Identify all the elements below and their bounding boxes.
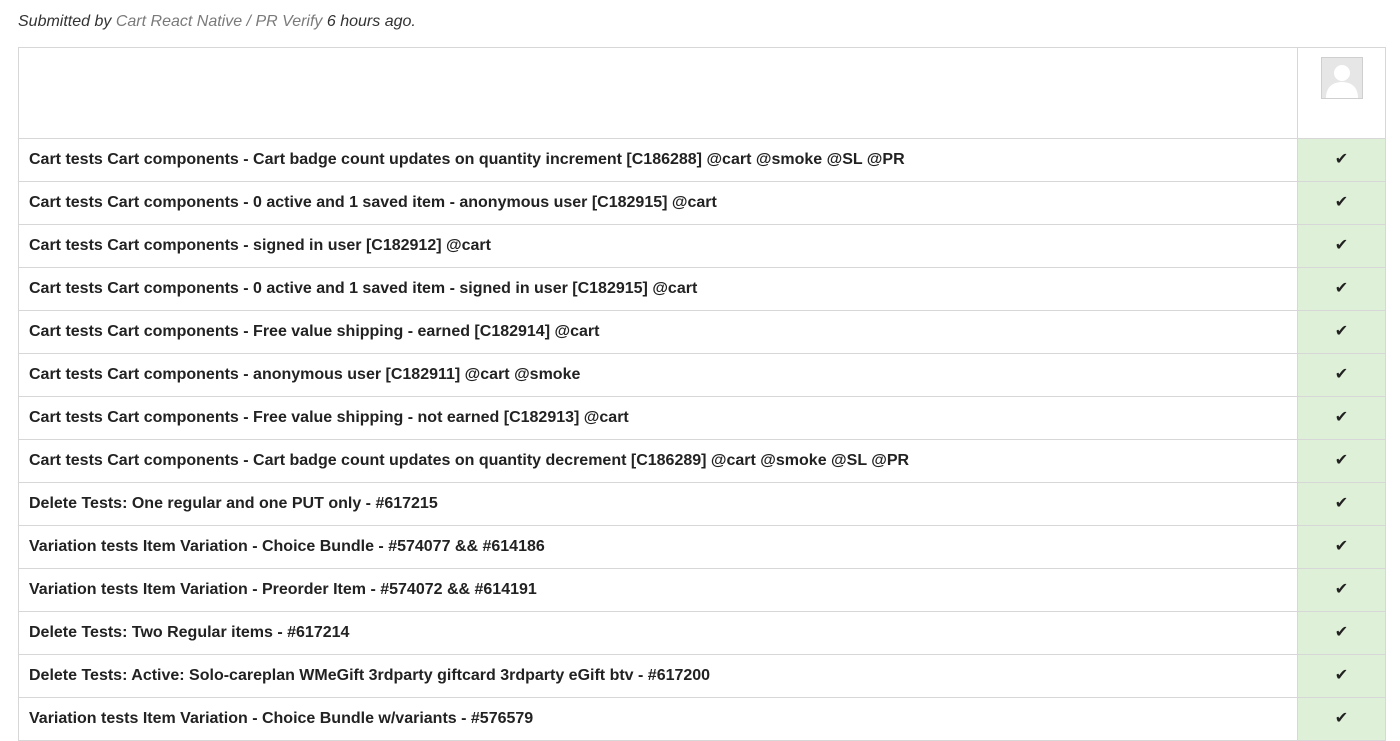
checkmark-icon: ✔ [1334, 321, 1349, 340]
checkmark-icon: ✔ [1334, 665, 1349, 684]
test-name: Cart tests Cart components - Free value … [18, 396, 1298, 440]
submitter-link[interactable]: Cart React Native / PR Verify [116, 13, 323, 30]
table-row[interactable]: Cart tests Cart components - Free value … [18, 310, 1386, 354]
table-row[interactable]: Delete Tests: Two Regular items - #61721… [18, 611, 1386, 655]
user-avatar-icon[interactable] [1320, 57, 1363, 99]
submitted-by-label: Submitted by [18, 13, 112, 30]
test-status-cell: ✔ [1297, 267, 1386, 311]
table-row[interactable]: Cart tests Cart components - Cart badge … [18, 439, 1386, 483]
checkmark-icon: ✔ [1334, 149, 1349, 168]
table-row[interactable]: Delete Tests: Active: Solo-careplan WMeG… [18, 654, 1386, 698]
table-row[interactable]: Variation tests Item Variation - Choice … [18, 525, 1386, 569]
submission-time: 6 hours ago [326, 13, 412, 30]
test-status-cell: ✔ [1297, 439, 1386, 483]
checkmark-icon: ✔ [1334, 278, 1349, 297]
checkmark-icon: ✔ [1334, 493, 1349, 512]
table-header-row [18, 47, 1386, 139]
test-status-cell: ✔ [1297, 353, 1386, 397]
checkmark-icon: ✔ [1334, 536, 1349, 555]
test-name: Cart tests Cart components - signed in u… [18, 224, 1298, 268]
checkmark-icon: ✔ [1334, 235, 1349, 254]
table-row[interactable]: Cart tests Cart components - Free value … [18, 396, 1386, 440]
test-status-cell: ✔ [1297, 396, 1386, 440]
test-name: Variation tests Item Variation - Preorde… [18, 568, 1298, 612]
test-status-cell: ✔ [1297, 138, 1386, 182]
table-row[interactable]: Delete Tests: One regular and one PUT on… [18, 482, 1386, 526]
submission-line: Submitted by Cart React Native / PR Veri… [18, 13, 416, 31]
test-name: Cart tests Cart components - 0 active an… [18, 267, 1298, 311]
checkmark-icon: ✔ [1334, 708, 1349, 727]
test-status-cell: ✔ [1297, 654, 1386, 698]
test-status-cell: ✔ [1297, 224, 1386, 268]
test-results-table: Cart tests Cart components - Cart badge … [18, 47, 1386, 741]
test-status-cell: ✔ [1297, 310, 1386, 354]
checkmark-icon: ✔ [1334, 364, 1349, 383]
checkmark-icon: ✔ [1334, 579, 1349, 598]
checkmark-icon: ✔ [1334, 407, 1349, 426]
test-rows: Cart tests Cart components - Cart badge … [18, 138, 1386, 741]
table-row[interactable]: Cart tests Cart components - signed in u… [18, 224, 1386, 268]
test-name: Delete Tests: Two Regular items - #61721… [18, 611, 1298, 655]
table-row[interactable]: Cart tests Cart components - anonymous u… [18, 353, 1386, 397]
table-row[interactable]: Variation tests Item Variation - Choice … [18, 697, 1386, 741]
test-name: Delete Tests: One regular and one PUT on… [18, 482, 1298, 526]
table-row[interactable]: Cart tests Cart components - 0 active an… [18, 181, 1386, 225]
test-status-cell: ✔ [1297, 697, 1386, 741]
test-name: Variation tests Item Variation - Choice … [18, 525, 1298, 569]
test-name: Cart tests Cart components - anonymous u… [18, 353, 1298, 397]
test-name: Cart tests Cart components - Cart badge … [18, 439, 1298, 483]
table-row[interactable]: Cart tests Cart components - Cart badge … [18, 138, 1386, 182]
header-name-cell [18, 47, 1298, 139]
test-name: Cart tests Cart components - Free value … [18, 310, 1298, 354]
checkmark-icon: ✔ [1334, 192, 1349, 211]
header-avatar-cell [1297, 47, 1386, 139]
test-status-cell: ✔ [1297, 611, 1386, 655]
table-row[interactable]: Cart tests Cart components - 0 active an… [18, 267, 1386, 311]
submission-suffix: . [411, 13, 416, 30]
test-name: Cart tests Cart components - Cart badge … [18, 138, 1298, 182]
table-row[interactable]: Variation tests Item Variation - Preorde… [18, 568, 1386, 612]
checkmark-icon: ✔ [1334, 622, 1349, 641]
checkmark-icon: ✔ [1334, 450, 1349, 469]
test-status-cell: ✔ [1297, 568, 1386, 612]
test-status-cell: ✔ [1297, 181, 1386, 225]
test-name: Delete Tests: Active: Solo-careplan WMeG… [18, 654, 1298, 698]
test-name: Cart tests Cart components - 0 active an… [18, 181, 1298, 225]
test-name: Variation tests Item Variation - Choice … [18, 697, 1298, 741]
test-status-cell: ✔ [1297, 482, 1386, 526]
test-status-cell: ✔ [1297, 525, 1386, 569]
